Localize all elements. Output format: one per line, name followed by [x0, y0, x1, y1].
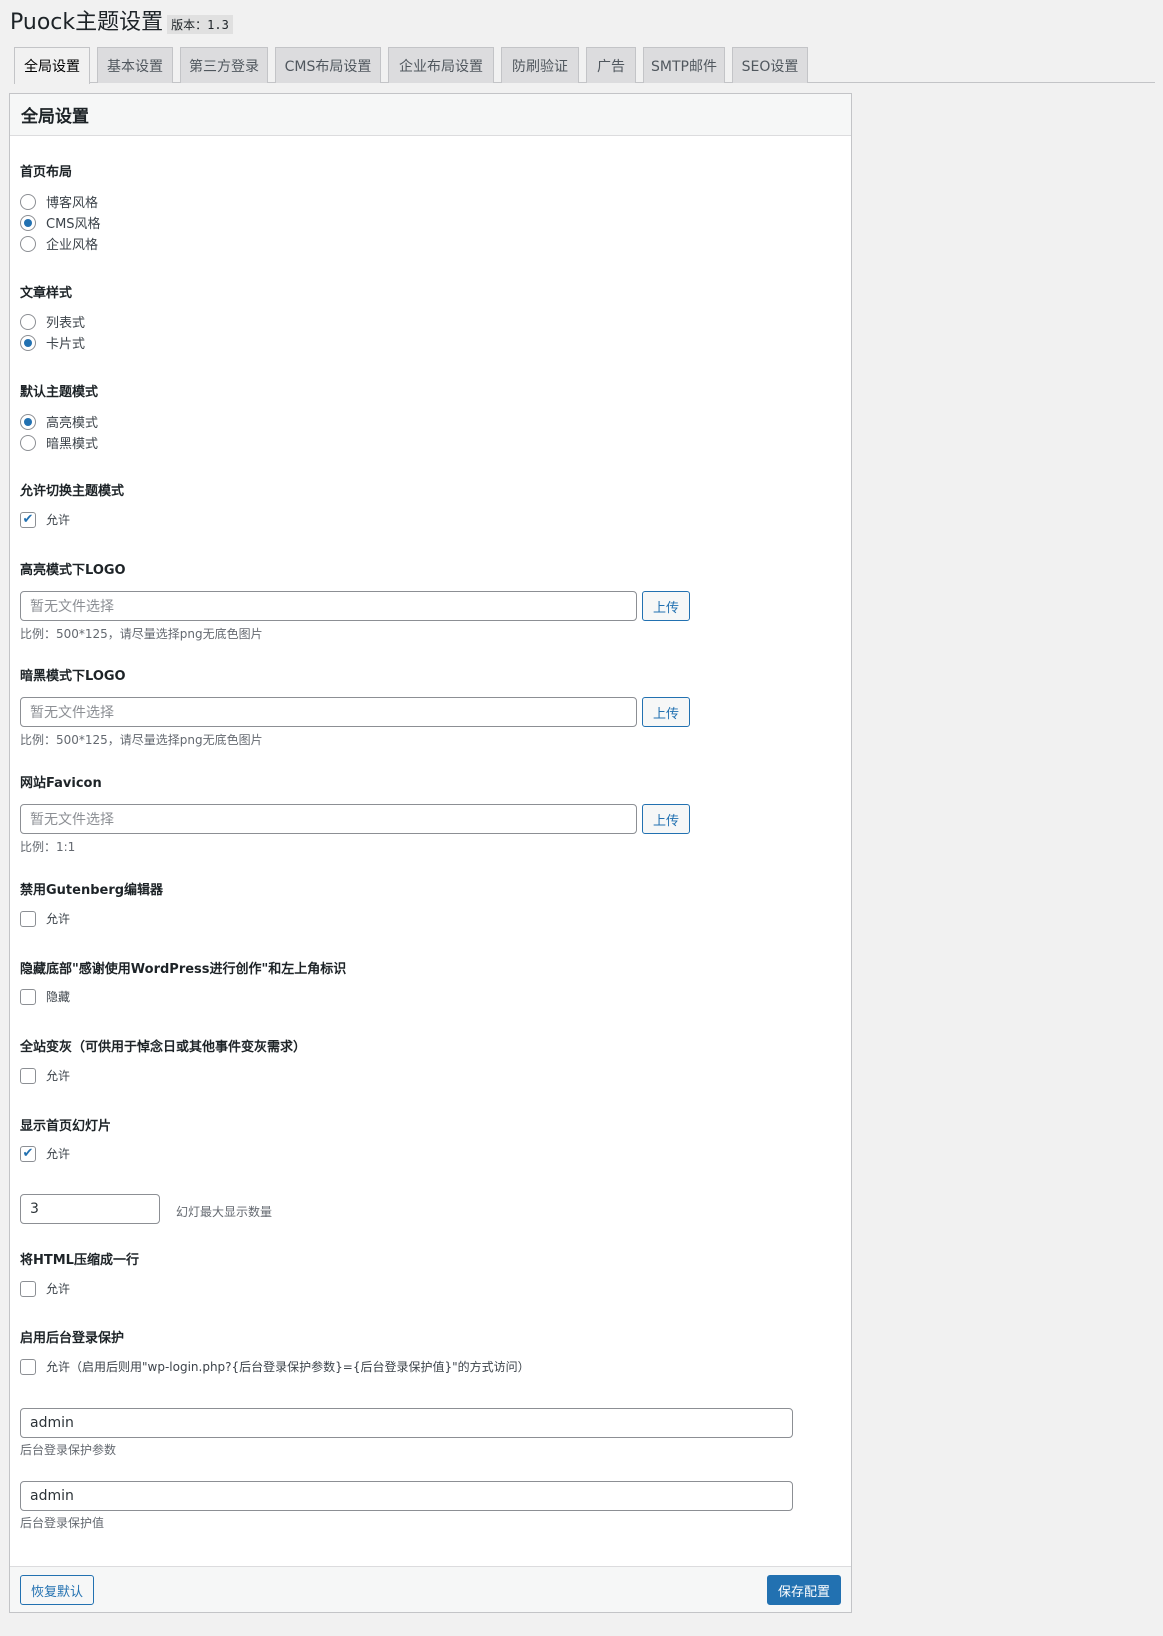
- checkbox-icon[interactable]: [20, 910, 36, 927]
- favicon-upload-button[interactable]: 上传: [642, 804, 690, 834]
- radio-selected-icon[interactable]: [20, 334, 36, 351]
- login-protect-param-desc: 后台登录保护参数: [20, 1443, 117, 1457]
- favicon-label: 网站Favicon: [20, 776, 102, 791]
- allow-switch-label: 允许切换主题模式: [20, 484, 125, 499]
- input-placeholder: 暂无文件选择: [30, 812, 114, 828]
- option-label: 允许（启用后则用"wp-login.php?{后台登录保护参数}={后台登录保护…: [46, 1360, 530, 1374]
- option-label: 博客风格: [46, 196, 99, 211]
- page-title-text: Puock主题设置: [10, 10, 164, 35]
- login-protect-value-input[interactable]: admin: [20, 1481, 793, 1511]
- hide-footer-option[interactable]: 隐藏: [20, 988, 70, 1005]
- option-label: 暗黑模式: [46, 437, 99, 452]
- input-placeholder: 暂无文件选择: [30, 599, 114, 615]
- light-logo-upload-button[interactable]: 上传: [642, 591, 690, 621]
- radio-icon[interactable]: [20, 313, 36, 330]
- tab-enterprise-layout[interactable]: 企业布局设置: [388, 47, 494, 83]
- tab-third-party-login[interactable]: 第三方登录: [180, 47, 268, 83]
- checkbox-icon[interactable]: [20, 1280, 36, 1297]
- favicon-desc: 比例：1:1: [20, 840, 76, 854]
- option-label: 允许: [46, 1282, 71, 1296]
- post-style-option-list[interactable]: 列表式: [20, 312, 85, 331]
- login-protect-option[interactable]: 允许（启用后则用"wp-login.php?{后台登录保护参数}={后台登录保护…: [20, 1358, 530, 1375]
- theme-mode-option-dark[interactable]: 暗黑模式: [20, 433, 98, 452]
- checkbox-checked-icon[interactable]: ✔: [20, 1145, 36, 1162]
- option-label: 隐藏: [46, 990, 71, 1004]
- dark-logo-input[interactable]: 暂无文件选择: [20, 697, 637, 727]
- tab-ads[interactable]: 广告: [586, 47, 636, 83]
- checkbox-checked-icon[interactable]: ✔: [20, 511, 36, 528]
- radio-icon[interactable]: [20, 235, 36, 252]
- home-layout-label: 首页布局: [20, 165, 73, 180]
- option-label: 高亮模式: [46, 416, 99, 431]
- dark-logo-upload-button[interactable]: 上传: [642, 697, 690, 727]
- option-label: 允许: [46, 1069, 71, 1083]
- checkbox-icon[interactable]: [20, 1067, 36, 1084]
- input-value: admin: [30, 1415, 74, 1431]
- grayscale-option[interactable]: 允许: [20, 1067, 70, 1084]
- tab-seo[interactable]: SEO设置: [732, 47, 808, 83]
- option-label: 列表式: [46, 316, 86, 331]
- slider-label: 显示首页幻灯片: [20, 1119, 112, 1134]
- slider-count-input[interactable]: 3: [20, 1194, 160, 1224]
- hide-footer-label: 隐藏底部"感谢使用WordPress进行创作"和左上角标识: [20, 962, 347, 977]
- post-style-option-card[interactable]: 卡片式: [20, 333, 85, 352]
- compress-html-option[interactable]: 允许: [20, 1280, 70, 1297]
- reset-defaults-button[interactable]: 恢复默认: [20, 1575, 94, 1605]
- tab-anti-spam[interactable]: 防刷验证: [501, 47, 579, 83]
- home-layout-option-cms[interactable]: CMS风格: [20, 213, 101, 232]
- settings-panel: 全局设置 首页布局 博客风格 CMS风格 企业风格 文章样式 列表式 卡片式 默…: [9, 93, 852, 1613]
- light-logo-input[interactable]: 暂无文件选择: [20, 591, 637, 621]
- tab-global[interactable]: 全局设置: [14, 47, 90, 84]
- option-label: 卡片式: [46, 337, 86, 352]
- disable-gutenberg-label: 禁用Gutenberg编辑器: [20, 883, 164, 898]
- compress-html-label: 将HTML压缩成一行: [20, 1253, 139, 1268]
- panel-footer: 恢复默认 保存配置: [10, 1566, 851, 1612]
- radio-selected-icon[interactable]: [20, 214, 36, 231]
- input-value: admin: [30, 1488, 74, 1504]
- tab-smtp[interactable]: SMTP邮件: [643, 47, 725, 83]
- version-badge: 版本：1.3: [167, 15, 233, 34]
- input-placeholder: 暂无文件选择: [30, 705, 114, 721]
- favicon-input[interactable]: 暂无文件选择: [20, 804, 637, 834]
- option-label: 允许: [46, 513, 71, 527]
- home-layout-option-enterprise[interactable]: 企业风格: [20, 234, 98, 253]
- checkbox-icon[interactable]: [20, 1358, 36, 1375]
- post-style-label: 文章样式: [20, 286, 73, 301]
- panel-title: 全局设置: [10, 94, 851, 136]
- login-protect-param-input[interactable]: admin: [20, 1408, 793, 1438]
- tab-cms-layout[interactable]: CMS布局设置: [275, 47, 381, 83]
- light-logo-label: 高亮模式下LOGO: [20, 563, 126, 578]
- page-title: Puock主题设置 版本：1.3: [10, 8, 233, 38]
- settings-tabs: 全局设置 基本设置 第三方登录 CMS布局设置 企业布局设置 防刷验证 广告 S…: [14, 47, 1155, 84]
- option-label: 允许: [46, 1147, 71, 1161]
- checkbox-icon[interactable]: [20, 988, 36, 1005]
- login-protect-value-desc: 后台登录保护值: [20, 1516, 105, 1530]
- input-value: 3: [30, 1201, 39, 1217]
- tab-basic[interactable]: 基本设置: [97, 47, 173, 83]
- option-label: 允许: [46, 912, 71, 926]
- dark-logo-label: 暗黑模式下LOGO: [20, 669, 126, 684]
- radio-icon[interactable]: [20, 434, 36, 451]
- radio-icon[interactable]: [20, 193, 36, 210]
- slider-count-desc: 幻灯最大显示数量: [176, 1205, 273, 1219]
- allow-switch-option[interactable]: ✔ 允许: [20, 511, 70, 528]
- theme-mode-label: 默认主题模式: [20, 385, 99, 400]
- slider-option[interactable]: ✔ 允许: [20, 1145, 70, 1162]
- grayscale-label: 全站变灰（可供用于悼念日或其他事件变灰需求）: [20, 1040, 307, 1055]
- save-config-button[interactable]: 保存配置: [767, 1575, 841, 1605]
- option-label: CMS风格: [46, 217, 101, 232]
- dark-logo-desc: 比例：500*125，请尽量选择png无底色图片: [20, 733, 263, 747]
- login-protect-label: 启用后台登录保护: [20, 1331, 125, 1346]
- home-layout-option-blog[interactable]: 博客风格: [20, 192, 98, 211]
- theme-mode-option-light[interactable]: 高亮模式: [20, 412, 98, 431]
- disable-gutenberg-option[interactable]: 允许: [20, 910, 70, 927]
- light-logo-desc: 比例：500*125，请尽量选择png无底色图片: [20, 627, 263, 641]
- radio-selected-icon[interactable]: [20, 413, 36, 430]
- option-label: 企业风格: [46, 238, 99, 253]
